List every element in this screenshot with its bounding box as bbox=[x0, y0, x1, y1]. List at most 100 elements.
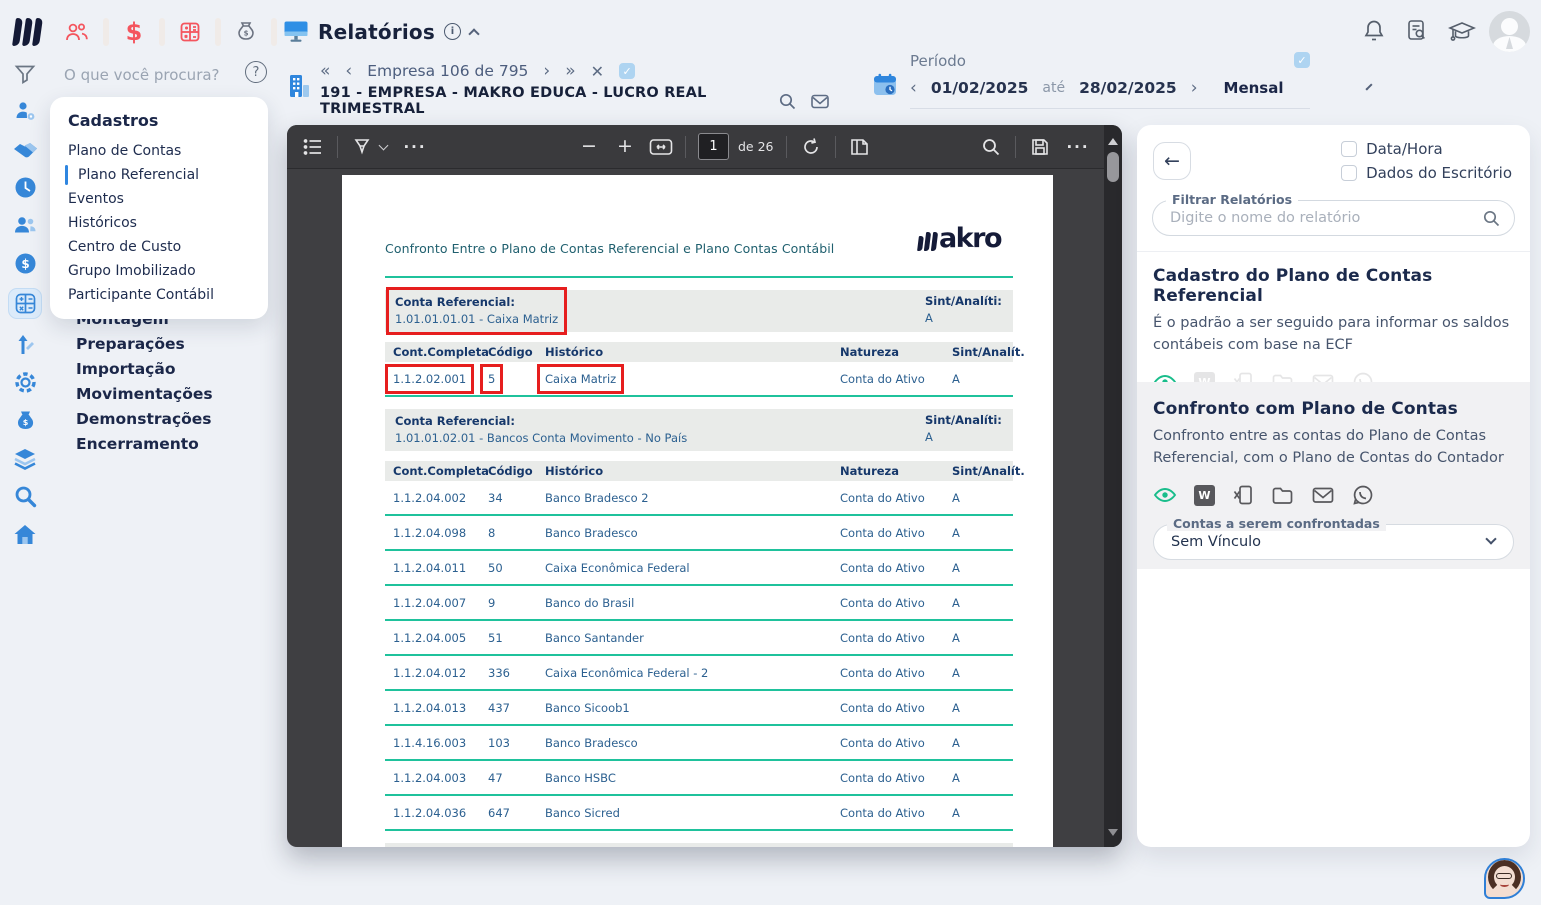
company-selector: « ‹ Empresa 106 de 795 › » ✕ ✓ 191 - EMP… bbox=[286, 60, 830, 128]
report-cell: Caixa Econômica Federal - 2 bbox=[545, 666, 840, 680]
sidebar-section-preparacoes[interactable]: Preparações bbox=[76, 332, 213, 357]
global-search-input[interactable]: O que você procura? bbox=[64, 66, 220, 84]
filter-reports-field[interactable]: Filtrar Relatórios Digite o nome do rela… bbox=[1152, 200, 1515, 236]
scroll-down-icon[interactable] bbox=[1108, 829, 1118, 836]
company-search-icon[interactable] bbox=[778, 92, 797, 111]
filter-search-icon[interactable] bbox=[1482, 209, 1501, 228]
dollar-coin-icon[interactable]: $ bbox=[13, 250, 38, 276]
more-tools-icon[interactable]: ··· bbox=[403, 133, 427, 161]
info-icon[interactable]: i bbox=[444, 23, 461, 40]
document-search-icon[interactable] bbox=[1405, 18, 1429, 44]
period-end-date[interactable]: 28/02/2025 bbox=[1079, 79, 1177, 97]
menu-item-eventos[interactable]: Eventos bbox=[50, 187, 268, 211]
period-start-date[interactable]: 01/02/2025 bbox=[931, 79, 1029, 97]
sidebar-section-encerramento[interactable]: Encerramento bbox=[76, 432, 213, 457]
company-name[interactable]: 191 - EMPRESA - MAKRO EDUCA - LUCRO REAL… bbox=[320, 85, 750, 117]
rotate-page-icon[interactable] bbox=[799, 133, 823, 161]
export-word-icon[interactable]: W bbox=[1194, 485, 1215, 506]
users-icon[interactable] bbox=[12, 212, 38, 238]
user-settings-icon[interactable] bbox=[13, 98, 38, 124]
user-avatar[interactable] bbox=[1489, 11, 1530, 52]
sint-analiti-label: Sint/Analíti: bbox=[925, 413, 1005, 428]
period-checkbox[interactable]: ✓ bbox=[1294, 52, 1310, 68]
notifications-bell-icon[interactable] bbox=[1362, 18, 1386, 44]
export-whatsapp-icon[interactable] bbox=[1352, 484, 1374, 506]
previous-period-button[interactable]: ‹ bbox=[910, 78, 917, 98]
last-company-button[interactable]: » bbox=[565, 61, 575, 81]
report-title: Confronto Entre o Plano de Contas Refere… bbox=[385, 227, 834, 256]
previous-company-button[interactable]: ‹ bbox=[345, 61, 352, 81]
first-company-button[interactable]: « bbox=[320, 61, 330, 81]
report-cell: 1.1.2.04.013 bbox=[393, 701, 488, 715]
financial-icon[interactable]: $ bbox=[122, 18, 146, 46]
annotate-pen-icon[interactable] bbox=[350, 133, 374, 161]
zoom-in-button[interactable]: + bbox=[613, 133, 637, 161]
report-section-band: Conta Referencial:1.01.01.01.01 - Caixa … bbox=[385, 290, 1013, 332]
sidebar-section-importacao[interactable]: Importação bbox=[76, 357, 213, 382]
home-icon[interactable] bbox=[12, 521, 38, 547]
conta-referencial-value: 1.01.01.02.01 - Bancos Conta Movimento -… bbox=[395, 431, 687, 446]
dados-escritorio-checkbox[interactable] bbox=[1341, 165, 1357, 181]
save-icon[interactable] bbox=[1028, 133, 1052, 161]
report-cell: Banco Bradesco bbox=[545, 526, 840, 540]
next-period-button[interactable]: › bbox=[1191, 78, 1198, 98]
page-view-icon[interactable] bbox=[848, 133, 872, 161]
pdf-more-icon[interactable]: ··· bbox=[1066, 133, 1090, 161]
report-row: 1.1.2.04.0988Banco BradescoConta do Ativ… bbox=[385, 516, 1013, 551]
clear-company-button[interactable]: ✕ bbox=[591, 62, 604, 81]
graduation-cap-icon[interactable] bbox=[1448, 18, 1476, 44]
report-cell: Conta do Ativo bbox=[840, 561, 952, 575]
company-checkbox[interactable]: ✓ bbox=[619, 63, 635, 79]
pdf-scrollbar[interactable] bbox=[1104, 125, 1122, 847]
report-row: 1.1.2.04.00347Banco HSBCConta do AtivoA bbox=[385, 761, 1013, 796]
sidebar-section-demonstracoes[interactable]: Demonstrações bbox=[76, 407, 213, 432]
period-mode[interactable]: Mensal bbox=[1224, 79, 1284, 97]
filter-funnel-icon[interactable] bbox=[14, 63, 36, 85]
pdf-search-icon[interactable] bbox=[979, 133, 1003, 161]
menu-item-centro-de-custo[interactable]: Centro de Custo bbox=[50, 235, 268, 259]
back-button[interactable]: ← bbox=[1153, 142, 1191, 180]
help-icon[interactable]: ? bbox=[245, 61, 267, 83]
export-folder-icon[interactable] bbox=[1271, 484, 1294, 506]
handshake-icon[interactable] bbox=[12, 136, 39, 162]
menu-item-historicos[interactable]: Históricos bbox=[50, 211, 268, 235]
scrollbar-thumb[interactable] bbox=[1107, 152, 1119, 182]
clients-icon[interactable] bbox=[64, 18, 90, 46]
report-cell: Conta do Ativo bbox=[840, 806, 952, 820]
zoom-out-button[interactable]: − bbox=[577, 133, 601, 161]
top-module-icons: $ $ bbox=[64, 18, 290, 46]
period-mode-chevron-icon[interactable] bbox=[1365, 83, 1372, 90]
sidebar-section-movimentacoes[interactable]: Movimentações bbox=[76, 382, 213, 407]
next-company-button[interactable]: › bbox=[543, 61, 550, 81]
contas-confrontadas-select[interactable]: Contas a serem confrontadas Sem Vínculo bbox=[1153, 524, 1514, 560]
export-email-icon[interactable] bbox=[1311, 484, 1335, 506]
layers-icon[interactable] bbox=[12, 445, 38, 471]
assistant-avatar-bubble[interactable] bbox=[1484, 858, 1525, 899]
menu-item-participante-contabil[interactable]: Participante Contábil bbox=[50, 283, 268, 307]
money-bag-icon[interactable]: $ bbox=[14, 407, 37, 433]
outline-panel-icon[interactable] bbox=[301, 133, 325, 161]
menu-item-plano-referencial[interactable]: Plano Referencial bbox=[50, 163, 268, 187]
search-rail-icon[interactable] bbox=[13, 483, 38, 509]
annotate-chevron-icon[interactable] bbox=[379, 140, 389, 150]
collapse-header-icon[interactable] bbox=[468, 28, 479, 39]
fit-width-icon[interactable] bbox=[649, 133, 673, 161]
export-excel-icon[interactable] bbox=[1232, 484, 1254, 506]
menu-item-plano-de-contas[interactable]: Plano de Contas bbox=[50, 139, 268, 163]
data-hora-checkbox[interactable] bbox=[1341, 141, 1357, 157]
menu-item-grupo-imobilizado[interactable]: Grupo Imobilizado bbox=[50, 259, 268, 283]
calculator-icon-active[interactable] bbox=[8, 288, 42, 319]
gear-icon[interactable] bbox=[13, 369, 38, 395]
makro-app-logo[interactable] bbox=[14, 18, 41, 46]
scroll-up-icon[interactable] bbox=[1108, 138, 1118, 145]
company-mail-icon[interactable] bbox=[810, 92, 830, 111]
page-number-input[interactable]: 1 bbox=[698, 133, 729, 160]
payroll-icon[interactable]: $ bbox=[234, 18, 258, 46]
accounting-icon[interactable] bbox=[178, 18, 202, 46]
growth-icon[interactable] bbox=[13, 331, 37, 357]
clock-icon[interactable] bbox=[13, 174, 38, 200]
preview-eye-icon[interactable] bbox=[1153, 484, 1177, 506]
report-cell: 1.1.2.04.036 bbox=[393, 806, 488, 820]
report-row: 1.1.2.04.01150Caixa Econômica FederalCon… bbox=[385, 551, 1013, 586]
report-card-confronto-selected[interactable]: Confronto com Plano de Contas Confronto … bbox=[1137, 382, 1530, 569]
